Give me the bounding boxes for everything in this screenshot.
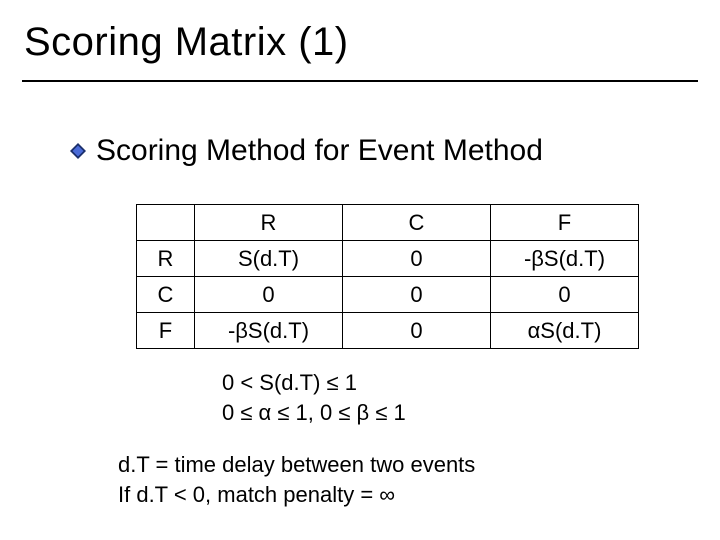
slide: Scoring Matrix (1) Scoring Method for Ev… xyxy=(0,0,720,540)
table-row: R S(d.T) 0 -βS(d.T) xyxy=(137,241,639,277)
table-cell: 0 xyxy=(343,277,491,313)
table-cell: 0 xyxy=(343,313,491,349)
bullet-text: Scoring Method for Event Method xyxy=(96,134,543,168)
table-cell: 0 xyxy=(491,277,639,313)
row-header: C xyxy=(137,277,195,313)
row-header: R xyxy=(137,241,195,277)
note-line: If d.T < 0, match penalty = ∞ xyxy=(118,480,475,510)
constraint-line: 0 < S(d.T) ≤ 1 xyxy=(222,368,406,398)
diamond-bullet-icon xyxy=(70,143,86,159)
col-header: R xyxy=(195,205,343,241)
slide-title: Scoring Matrix (1) xyxy=(24,20,349,65)
title-underline xyxy=(22,80,698,82)
col-header: F xyxy=(491,205,639,241)
table-cell: -βS(d.T) xyxy=(195,313,343,349)
scoring-matrix-table: R C F R S(d.T) 0 -βS(d.T) C 0 0 0 F -βS(… xyxy=(136,204,639,349)
col-header: C xyxy=(343,205,491,241)
constraint-line: 0 ≤ α ≤ 1, 0 ≤ β ≤ 1 xyxy=(222,398,406,428)
constraints-block: 0 < S(d.T) ≤ 1 0 ≤ α ≤ 1, 0 ≤ β ≤ 1 xyxy=(222,368,406,427)
table-row: C 0 0 0 xyxy=(137,277,639,313)
table-header-row: R C F xyxy=(137,205,639,241)
bullet-row: Scoring Method for Event Method xyxy=(70,134,543,168)
table-cell: 0 xyxy=(343,241,491,277)
corner-cell xyxy=(137,205,195,241)
row-header: F xyxy=(137,313,195,349)
table-cell: αS(d.T) xyxy=(491,313,639,349)
table-cell: S(d.T) xyxy=(195,241,343,277)
notes-block: d.T = time delay between two events If d… xyxy=(118,450,475,509)
table-row: F -βS(d.T) 0 αS(d.T) xyxy=(137,313,639,349)
table-cell: -βS(d.T) xyxy=(491,241,639,277)
note-line: d.T = time delay between two events xyxy=(118,450,475,480)
table-cell: 0 xyxy=(195,277,343,313)
